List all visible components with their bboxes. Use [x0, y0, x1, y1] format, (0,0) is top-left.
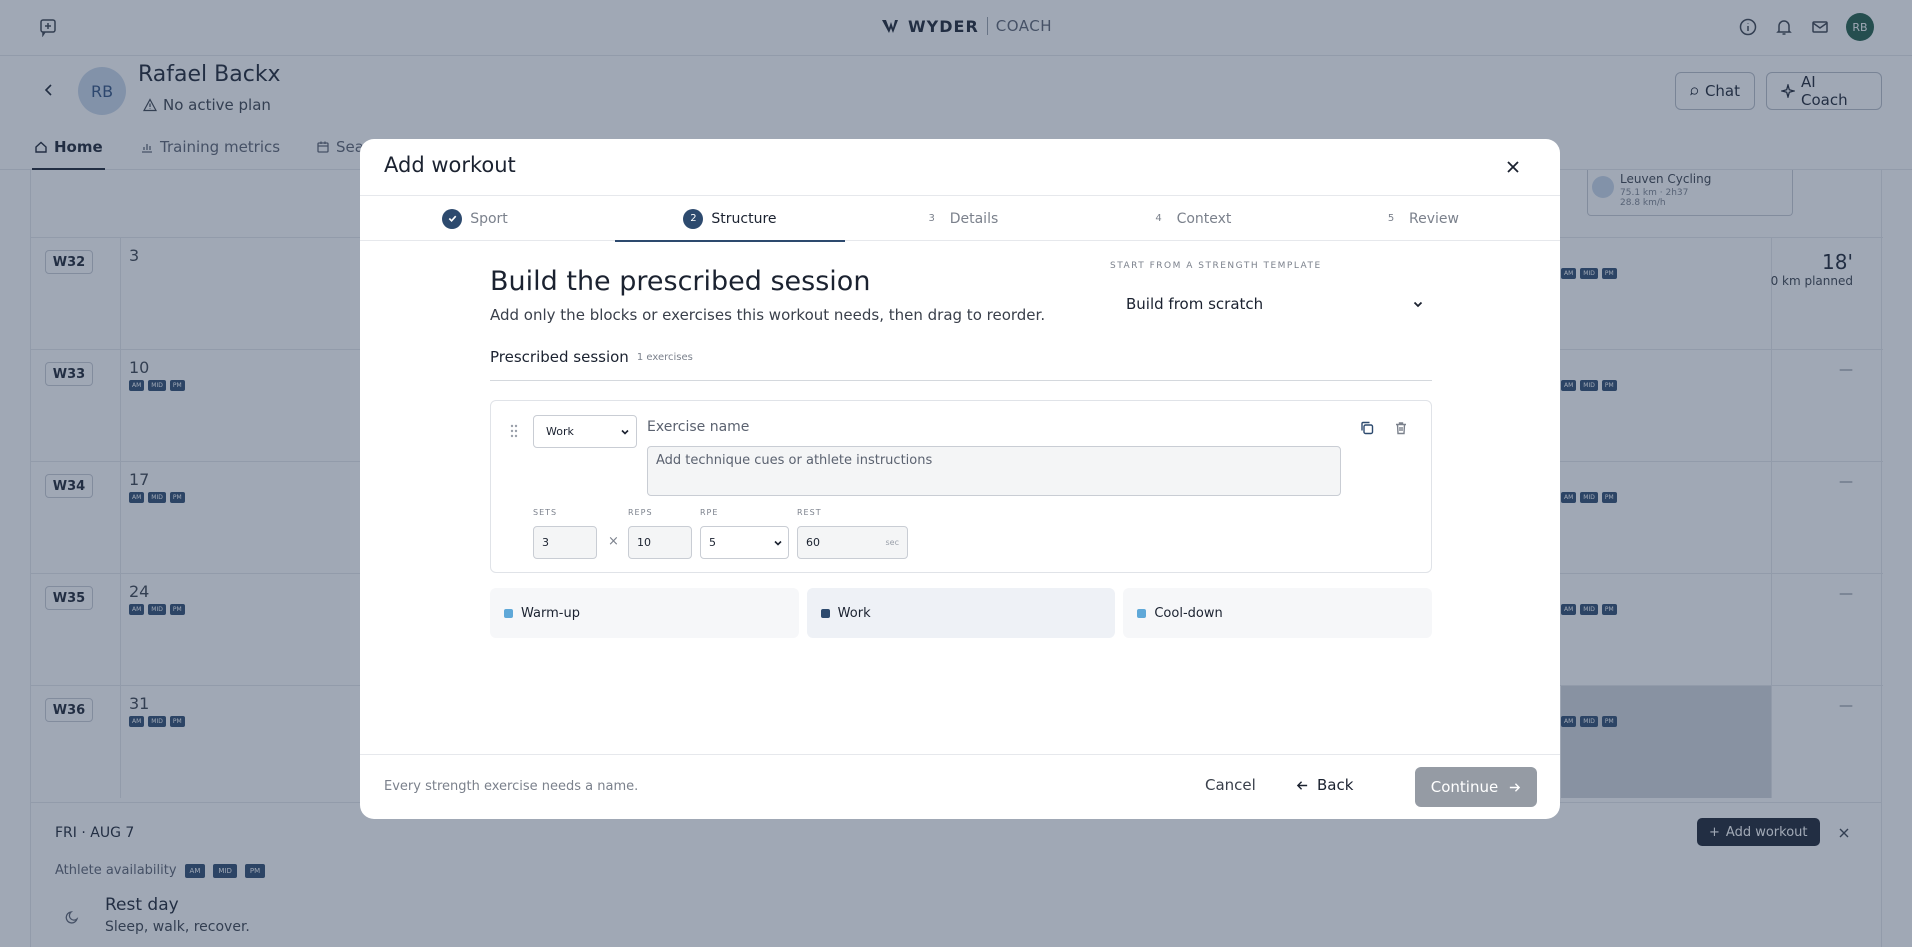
warm-up-color-dot	[504, 608, 513, 618]
step-number: 3	[928, 213, 935, 224]
modal-title: Add workout	[384, 153, 516, 177]
chevron-down-icon	[774, 540, 782, 546]
prescribed-session-title: Prescribed session	[490, 348, 629, 366]
arrow-left-icon	[1296, 780, 1308, 790]
chevron-down-icon	[621, 429, 629, 435]
add-cool-down-label: Cool-down	[1154, 605, 1223, 621]
close-icon	[1507, 161, 1519, 173]
drag-handle-icon[interactable]	[509, 423, 519, 439]
step-number: 5	[1387, 213, 1395, 224]
step-number: 4	[1155, 213, 1162, 224]
add-workout-modal: Add workout Sport 2 Structure 3 Details …	[360, 139, 1560, 819]
phase-select-value: Work	[546, 425, 574, 438]
step-structure[interactable]: 2 Structure	[615, 196, 845, 242]
continue-button-label: Continue	[1430, 778, 1499, 796]
add-warm-up-label: Warm-up	[521, 605, 580, 621]
rest-input[interactable]: 60 sec	[797, 526, 908, 559]
rpe-select-value: 5	[709, 536, 716, 549]
work-color-dot	[820, 608, 830, 618]
structure-step-body: Build the prescribed session Add only th…	[360, 241, 1560, 754]
trash-icon[interactable]	[1393, 420, 1409, 436]
back-button-label: Back	[1317, 776, 1354, 794]
exercise-count: 1 exercises	[636, 352, 693, 363]
sets-input[interactable]: 3	[533, 526, 597, 559]
continue-button[interactable]: Continue	[1415, 767, 1537, 807]
step-sport-label: Sport	[470, 210, 508, 227]
exercise-card: Work Exercise name Add technique cues or…	[490, 400, 1432, 573]
check-icon	[448, 215, 457, 222]
phase-select[interactable]: Work	[533, 415, 637, 448]
add-cool-down-button[interactable]: Cool-down	[1123, 588, 1433, 638]
sets-label: SETS	[533, 508, 558, 517]
back-button[interactable]: Back	[1296, 776, 1353, 794]
times-symbol: ×	[608, 534, 619, 549]
template-select[interactable]: Build from scratch	[1110, 286, 1428, 322]
step-review-label: Review	[1409, 210, 1459, 227]
duplicate-icon[interactable]	[1359, 420, 1375, 436]
rest-unit: sec	[885, 538, 900, 547]
rest-value: 60	[806, 536, 820, 549]
cool-down-color-dot	[1137, 608, 1147, 618]
add-work-button[interactable]: Work	[806, 588, 1116, 638]
chevron-down-icon	[1413, 301, 1423, 308]
exercise-notes-textarea[interactable]: Add technique cues or athlete instructio…	[647, 446, 1341, 496]
exercise-name-input[interactable]: Exercise name	[647, 419, 749, 435]
step-sport[interactable]: Sport	[360, 196, 590, 241]
step-review[interactable]: 5 Review	[1305, 196, 1535, 241]
rpe-select[interactable]: 5	[700, 526, 789, 559]
cancel-button[interactable]: Cancel	[1205, 776, 1256, 794]
step-details[interactable]: 3 Details	[845, 196, 1075, 241]
template-label: START FROM A STRENGTH TEMPLATE	[1110, 261, 1322, 271]
rpe-label: RPE	[700, 508, 719, 517]
modal-close-button[interactable]	[1501, 155, 1525, 179]
arrow-right-icon	[1510, 782, 1521, 792]
add-block-row: Warm-up Work Cool-down	[490, 588, 1433, 638]
wizard-stepper: Sport 2 Structure 3 Details 4 Context 5 …	[360, 196, 1560, 242]
template-select-value: Build from scratch	[1126, 295, 1264, 313]
step-context[interactable]: 4 Context	[1075, 196, 1305, 241]
validation-hint: Every strength exercise needs a name.	[384, 779, 639, 794]
step-structure-label: Structure	[711, 210, 777, 227]
step-context-label: Context	[1176, 210, 1232, 227]
section-description: Add only the blocks or exercises this wo…	[490, 306, 1046, 324]
rest-label: REST	[797, 508, 822, 517]
modal-footer: Every strength exercise needs a name. Ca…	[360, 754, 1560, 819]
add-work-label: Work	[837, 605, 871, 621]
section-heading: Build the prescribed session	[490, 266, 871, 297]
prescribed-session-header: Prescribed session 1 exercises	[490, 348, 1432, 381]
step-done-badge	[442, 208, 463, 229]
step-details-label: Details	[949, 210, 999, 227]
reps-input[interactable]: 10	[628, 526, 692, 559]
reps-label: REPS	[628, 508, 653, 517]
step-number: 2	[683, 208, 704, 229]
modal-header: Add workout	[360, 139, 1560, 196]
add-warm-up-button[interactable]: Warm-up	[490, 588, 799, 638]
